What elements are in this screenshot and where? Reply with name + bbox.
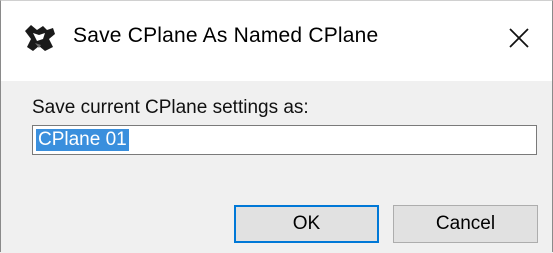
cancel-button[interactable]: Cancel <box>393 205 538 243</box>
rhino-icon <box>23 21 57 55</box>
save-cplane-dialog: Save CPlane As Named CPlane Save current… <box>0 0 553 253</box>
close-icon <box>509 28 529 48</box>
dialog-body: Save current CPlane settings as: CPlane … <box>1 81 552 253</box>
title-bar[interactable]: Save CPlane As Named CPlane <box>1 1 552 81</box>
close-button[interactable] <box>488 1 552 81</box>
dialog-title: Save CPlane As Named CPlane <box>73 24 379 47</box>
cplane-name-input[interactable]: CPlane 01 <box>32 125 537 155</box>
ok-button[interactable]: OK <box>234 205 379 243</box>
prompt-label: Save current CPlane settings as: <box>32 97 309 118</box>
selected-text: CPlane 01 <box>36 129 129 151</box>
